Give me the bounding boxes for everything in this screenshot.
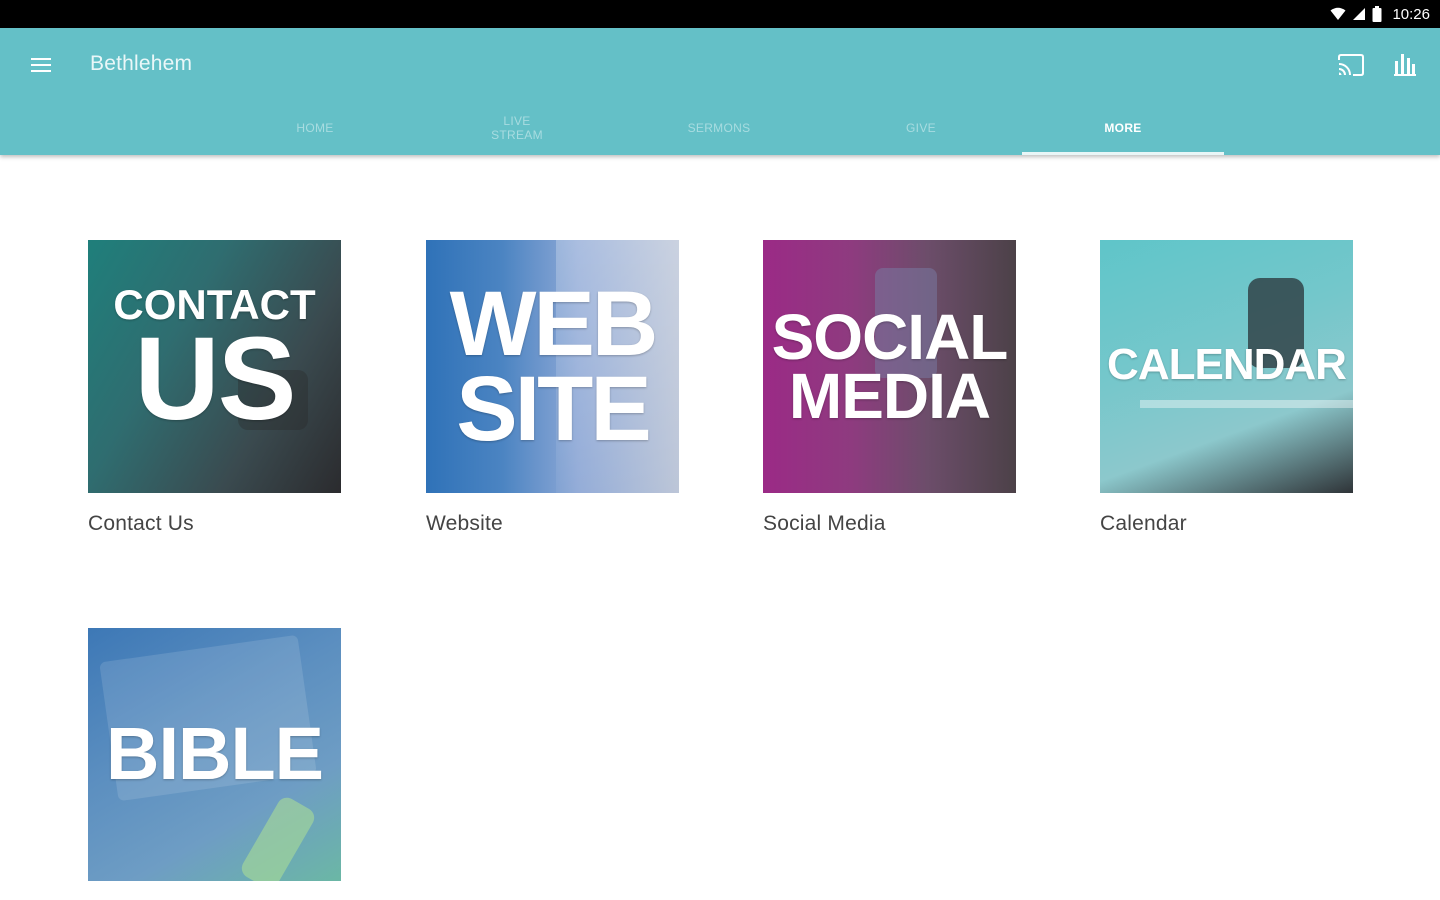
- tab-more[interactable]: MORE: [1022, 100, 1224, 155]
- app-title: Bethlehem: [90, 52, 193, 75]
- website-word-1: WEB: [449, 272, 659, 375]
- tab-home[interactable]: HOME: [214, 100, 416, 155]
- calendar-word-1: CALENDAR: [1107, 340, 1347, 390]
- tab-give[interactable]: GIVE: [820, 100, 1022, 155]
- tile-caption: Calendar: [1100, 512, 1187, 535]
- tab-bar: HOME LIVE STREAM SERMONS GIVE MORE: [214, 100, 1224, 155]
- desk-shape: [1140, 400, 1353, 408]
- cast-button[interactable]: [1334, 50, 1368, 80]
- wifi-icon: [1330, 7, 1346, 20]
- battery-icon: [1372, 6, 1382, 22]
- tile-calendar[interactable]: CALENDAR Calendar: [1100, 240, 1353, 536]
- calendar-image: CALENDAR: [1100, 240, 1353, 493]
- social-media-word-1: SOCIAL: [771, 300, 1009, 373]
- status-time: 10:26: [1392, 5, 1430, 23]
- social-media-word-2: MEDIA: [788, 359, 991, 432]
- website-image: WEB SITE: [426, 240, 679, 493]
- bible-word-1: BIBLE: [106, 712, 324, 796]
- tile-social-media[interactable]: SOCIAL MEDIA Social Media: [763, 240, 1016, 536]
- bible-image: BIBLE: [88, 628, 341, 881]
- stats-icon: [1394, 54, 1416, 76]
- tile-caption: Contact Us: [88, 512, 194, 535]
- tile-caption: Website: [426, 512, 503, 535]
- app-bar: Bethlehem HOME LIVE STREAM SERMONS GIVE …: [0, 28, 1440, 155]
- tile-bible[interactable]: BIBLE: [88, 628, 341, 881]
- tab-live-stream[interactable]: LIVE STREAM: [416, 100, 618, 155]
- tab-sermons[interactable]: SERMONS: [618, 100, 820, 155]
- menu-button[interactable]: [22, 48, 60, 82]
- contact-us-word-2: US: [134, 312, 297, 445]
- cast-icon: [1338, 54, 1364, 76]
- stats-button[interactable]: [1390, 48, 1420, 80]
- tile-caption: Social Media: [763, 512, 886, 535]
- tile-website[interactable]: WEB SITE Website: [426, 240, 679, 536]
- status-bar: 10:26: [0, 0, 1440, 28]
- contact-us-image: CONTACT US: [88, 240, 341, 493]
- social-media-image: SOCIAL MEDIA: [763, 240, 1016, 493]
- website-word-2: SITE: [456, 357, 651, 460]
- tile-contact-us[interactable]: CONTACT US Contact Us: [88, 240, 341, 536]
- signal-icon: [1353, 8, 1366, 20]
- highlighter-shape: [238, 794, 318, 881]
- menu-icon: [31, 58, 51, 72]
